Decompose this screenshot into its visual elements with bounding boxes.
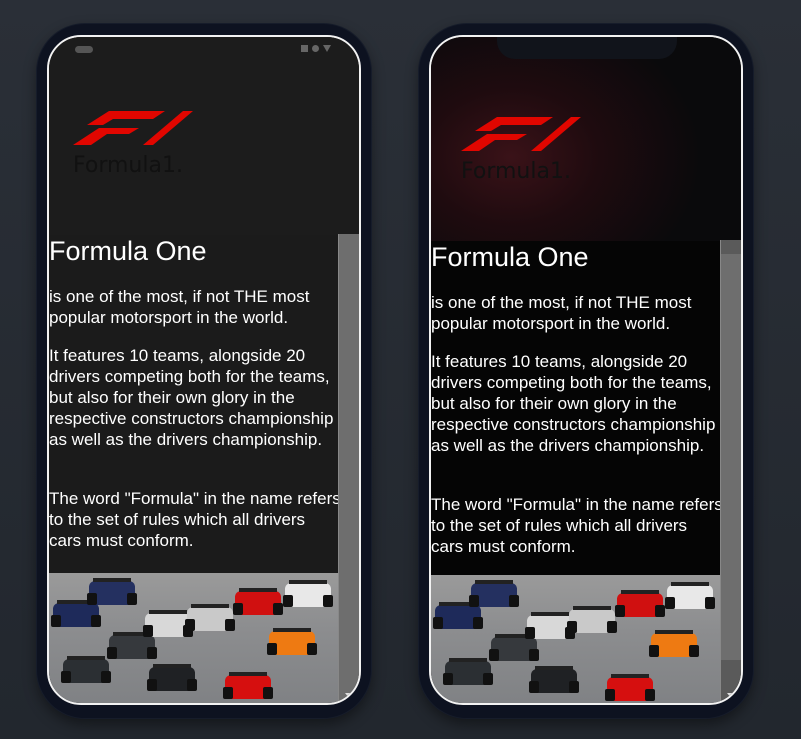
scrollbar-thumb[interactable] xyxy=(339,234,359,703)
logo-dot: . xyxy=(175,153,183,178)
scroll-down-arrow-icon[interactable] xyxy=(345,693,353,698)
car-mercedes xyxy=(61,656,111,683)
car-mercedes xyxy=(529,666,579,693)
car-red-bull xyxy=(433,602,483,629)
article-paragraph-teams: It features 10 teams, alongside 20 drive… xyxy=(49,346,334,449)
phone-frame-android: Formula1. Formula One is one of the most… xyxy=(37,24,371,718)
f1-logo-mark xyxy=(461,117,581,151)
speaker-pill xyxy=(75,46,93,53)
article-content: Formula One is one of the most, if not T… xyxy=(431,241,723,575)
article-paragraph-formula: The word "Formula" in the name refers to… xyxy=(431,495,723,556)
header-banner: Formula1. xyxy=(431,37,741,241)
car-red-bull xyxy=(469,580,519,607)
f1-logo: Formula1. xyxy=(73,111,197,183)
vertical-scrollbar[interactable] xyxy=(338,234,359,703)
car-mclaren xyxy=(267,628,317,655)
logo-wordmark: Formula1. xyxy=(461,159,571,184)
phone-frame-iphone: Formula1. Formula One is one of the most… xyxy=(419,24,753,718)
article-paragraph-intro: is one of the most, if not THE most popu… xyxy=(431,293,692,333)
scroll-down-arrow-icon[interactable] xyxy=(727,693,735,698)
scrollbar-thumb[interactable] xyxy=(721,254,741,660)
article-paragraph-intro: is one of the most, if not THE most popu… xyxy=(49,287,310,327)
f1-logo-mark xyxy=(73,111,193,145)
phone-notch xyxy=(497,37,677,59)
car-mercedes xyxy=(489,634,539,661)
article-paragraph-formula: The word "Formula" in the name refers to… xyxy=(49,489,341,550)
header-banner: Formula1. xyxy=(49,37,359,235)
article-paragraph-teams: It features 10 teams, alongside 20 drive… xyxy=(431,352,716,455)
logo-dot: . xyxy=(563,159,571,184)
article-title: Formula One xyxy=(431,242,589,272)
preview-canvas: Formula1. Formula One is one of the most… xyxy=(0,0,801,739)
square-icon xyxy=(301,45,308,52)
car-ferrari xyxy=(605,674,655,701)
car-ferrari xyxy=(223,672,273,699)
logo-word: Formula xyxy=(73,153,162,178)
status-bar xyxy=(49,37,359,61)
car-alfa-romeo xyxy=(283,580,333,607)
race-start-image xyxy=(431,575,721,703)
vertical-scrollbar[interactable] xyxy=(720,240,741,703)
f1-logo: Formula1. xyxy=(461,117,585,189)
car-mercedes xyxy=(107,632,157,659)
article-content: Formula One is one of the most, if not T… xyxy=(49,235,341,573)
car-mercedes xyxy=(147,664,197,691)
logo-word: Formula xyxy=(461,159,550,184)
article-title: Formula One xyxy=(49,236,207,266)
car-ferrari xyxy=(233,588,283,615)
logo-wordmark: Formula1. xyxy=(73,153,183,178)
signal-triangle-icon xyxy=(323,45,331,52)
car-alfa-romeo xyxy=(185,604,235,631)
car-alfa-romeo xyxy=(567,606,617,633)
circle-icon xyxy=(312,45,319,52)
car-mercedes xyxy=(443,658,493,685)
phone-screen[interactable]: Formula1. Formula One is one of the most… xyxy=(47,35,361,705)
status-icons xyxy=(301,45,331,52)
car-mclaren xyxy=(649,630,699,657)
car-red-bull xyxy=(51,600,101,627)
logo-number: 1 xyxy=(549,159,564,184)
race-start-image xyxy=(49,573,339,703)
car-red-bull xyxy=(87,578,137,605)
logo-number: 1 xyxy=(161,153,176,178)
car-ferrari xyxy=(615,590,665,617)
phone-screen[interactable]: Formula1. Formula One is one of the most… xyxy=(429,35,743,705)
car-alfa-romeo xyxy=(665,582,715,609)
